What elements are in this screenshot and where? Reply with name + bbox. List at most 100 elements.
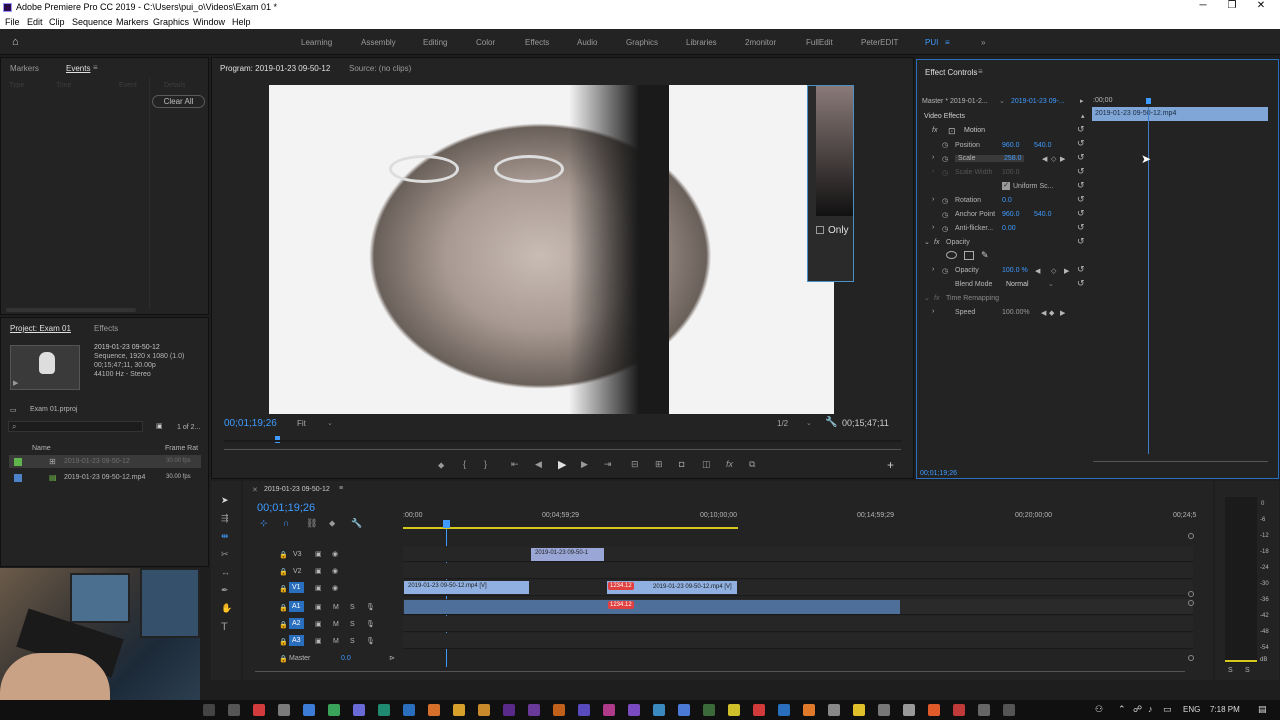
extract-icon[interactable]: ⊞ [655,459,663,470]
lock-icon[interactable]: 🔒 [279,638,288,646]
workspace-assembly[interactable]: Assembly [361,38,396,47]
clock[interactable]: 7:18 PM [1210,705,1240,714]
notifications-icon[interactable]: ▤ [1258,704,1267,715]
add-keyframe-icon[interactable]: ◆ [1049,309,1054,317]
opacity-group-label[interactable]: Opacity [946,239,970,246]
menu-sequence[interactable]: Sequence [72,17,113,27]
app-icon[interactable] [678,704,690,716]
ripple-edit-icon[interactable]: ⇹ [221,531,229,542]
close-tab-icon[interactable]: ✕ [252,486,258,494]
app-icon[interactable] [1003,704,1015,716]
stopwatch-icon[interactable]: ◷ [942,225,948,233]
go-to-out-icon[interactable]: ⇥ [604,459,612,470]
clear-all-button[interactable]: Clear All [152,95,205,108]
settings-wrench-icon[interactable]: 🔧 [351,518,362,529]
menu-graphics[interactable]: Graphics [153,17,189,27]
expand-icon[interactable]: › [932,266,934,273]
go-to-in-icon[interactable]: ⇤ [511,459,519,470]
reset-icon[interactable]: ↺ [1077,138,1085,149]
nest-icon[interactable]: ⊹ [260,518,268,529]
track-a3-label[interactable]: A3 [289,635,304,646]
restore-button[interactable]: ❐ [1222,0,1242,11]
hand-tool-icon[interactable]: ✋ [221,603,232,614]
app-icon[interactable] [903,704,915,716]
pen-mask-icon[interactable]: ✎ [981,250,989,261]
solo-left-button[interactable]: S [1228,667,1233,674]
close-button[interactable]: ✕ [1251,0,1271,11]
opacity-value[interactable]: 100.0 % [1002,267,1028,274]
next-keyframe-icon[interactable]: ▶ [1060,309,1065,317]
reset-icon[interactable]: ↺ [1077,152,1085,163]
app-icon[interactable] [478,704,490,716]
track-v3-label[interactable]: V3 [293,551,302,558]
tab-effects[interactable]: Effects [94,324,118,333]
add-keyframe-icon[interactable]: ◇ [1051,267,1056,275]
track-a2-label[interactable]: A2 [289,618,304,629]
selection-tool-icon[interactable]: ➤ [221,495,229,506]
a1-audio-clip[interactable]: 1234.12 [404,600,900,614]
app-icon[interactable] [803,704,815,716]
track-a1-label[interactable]: A1 [289,601,304,612]
prev-keyframe-icon[interactable]: ◀ [1035,267,1040,275]
add-marker-icon[interactable]: ⬥ [329,518,335,529]
fx-toggle-icon[interactable]: fx [934,239,939,246]
app-icon[interactable] [328,704,340,716]
collapse-icon[interactable]: ▴ [1081,112,1085,120]
stopwatch-icon[interactable]: ◷ [942,141,948,149]
mute-icon[interactable]: M [333,638,339,645]
sync-lock-icon[interactable]: ▣ [315,550,322,558]
tab-markers[interactable]: Markers [10,64,39,73]
eye-icon[interactable]: ◉ [332,584,338,592]
sync-lock-icon[interactable]: ▣ [315,603,322,611]
reset-icon[interactable]: ↺ [1077,194,1085,205]
tray-expand-icon[interactable]: ⌃ [1118,704,1126,715]
home-icon[interactable]: ⌂ [12,36,19,48]
sync-lock-icon[interactable]: ▣ [315,584,322,592]
pen-tool-icon[interactable]: ✒ [221,585,229,596]
position-y-value[interactable]: 540.0 [1034,142,1052,149]
sequence-tab[interactable]: 2019-01-23 09-50-12 [264,486,330,493]
expand-icon[interactable]: › [932,308,934,315]
prev-keyframe-icon[interactable]: ◀ [1041,309,1046,317]
mic-icon[interactable]: 🎙 [366,603,375,611]
master-expand-icon[interactable]: ⊳ [389,654,395,662]
task-view-icon[interactable] [228,704,240,716]
reset-icon[interactable]: ↺ [1077,222,1085,233]
fx-toggle-icon[interactable]: fx [932,127,937,134]
reset-icon[interactable]: ↺ [1077,166,1085,177]
type-tool-icon[interactable]: T [221,621,228,633]
rectangle-mask-icon[interactable] [964,251,974,260]
lock-icon[interactable]: 🔒 [279,655,288,663]
collapse-icon[interactable]: ⌄ [924,238,930,246]
mute-icon[interactable]: M [333,621,339,628]
master-volume-value[interactable]: 0.0 [341,655,351,662]
workspace-2monitor[interactable]: 2monitor [745,38,776,47]
solo-icon[interactable]: S [350,621,355,628]
expand-icon[interactable]: › [932,196,934,203]
workspace-overflow-icon[interactable]: » [981,38,985,47]
collapse-icon[interactable]: ⌄ [924,294,930,302]
chevron-down-icon[interactable]: ⌄ [806,419,812,427]
app-icon[interactable] [303,704,315,716]
app-icon[interactable] [253,704,265,716]
mark-in-icon[interactable]: { [463,459,466,469]
app-icon[interactable] [828,704,840,716]
eye-icon[interactable]: ◉ [332,567,338,575]
reset-icon[interactable]: ↺ [1077,278,1085,289]
chevron-down-icon[interactable]: ⌄ [327,419,333,427]
prev-keyframe-icon[interactable]: ◀ [1042,155,1047,163]
zoom-bar[interactable] [224,440,901,442]
export-frame-icon[interactable]: ◘ [679,459,684,469]
workspace-color[interactable]: Color [476,38,495,47]
app-icon[interactable] [578,704,590,716]
workspace-pui[interactable]: PUI [925,38,938,47]
panel-menu-icon[interactable]: ≡ [93,63,98,72]
menu-edit[interactable]: Edit [27,17,43,27]
play-icon[interactable]: ▶ [558,458,566,471]
tab-source[interactable]: Source: (no clips) [349,64,411,73]
tab-program[interactable]: Program: 2019-01-23 09-50-12 [220,64,330,73]
search-taskbar-icon[interactable] [203,704,215,716]
app-icon[interactable] [978,704,990,716]
mark-out-icon[interactable]: } [484,459,487,469]
solo-icon[interactable]: S [350,638,355,645]
